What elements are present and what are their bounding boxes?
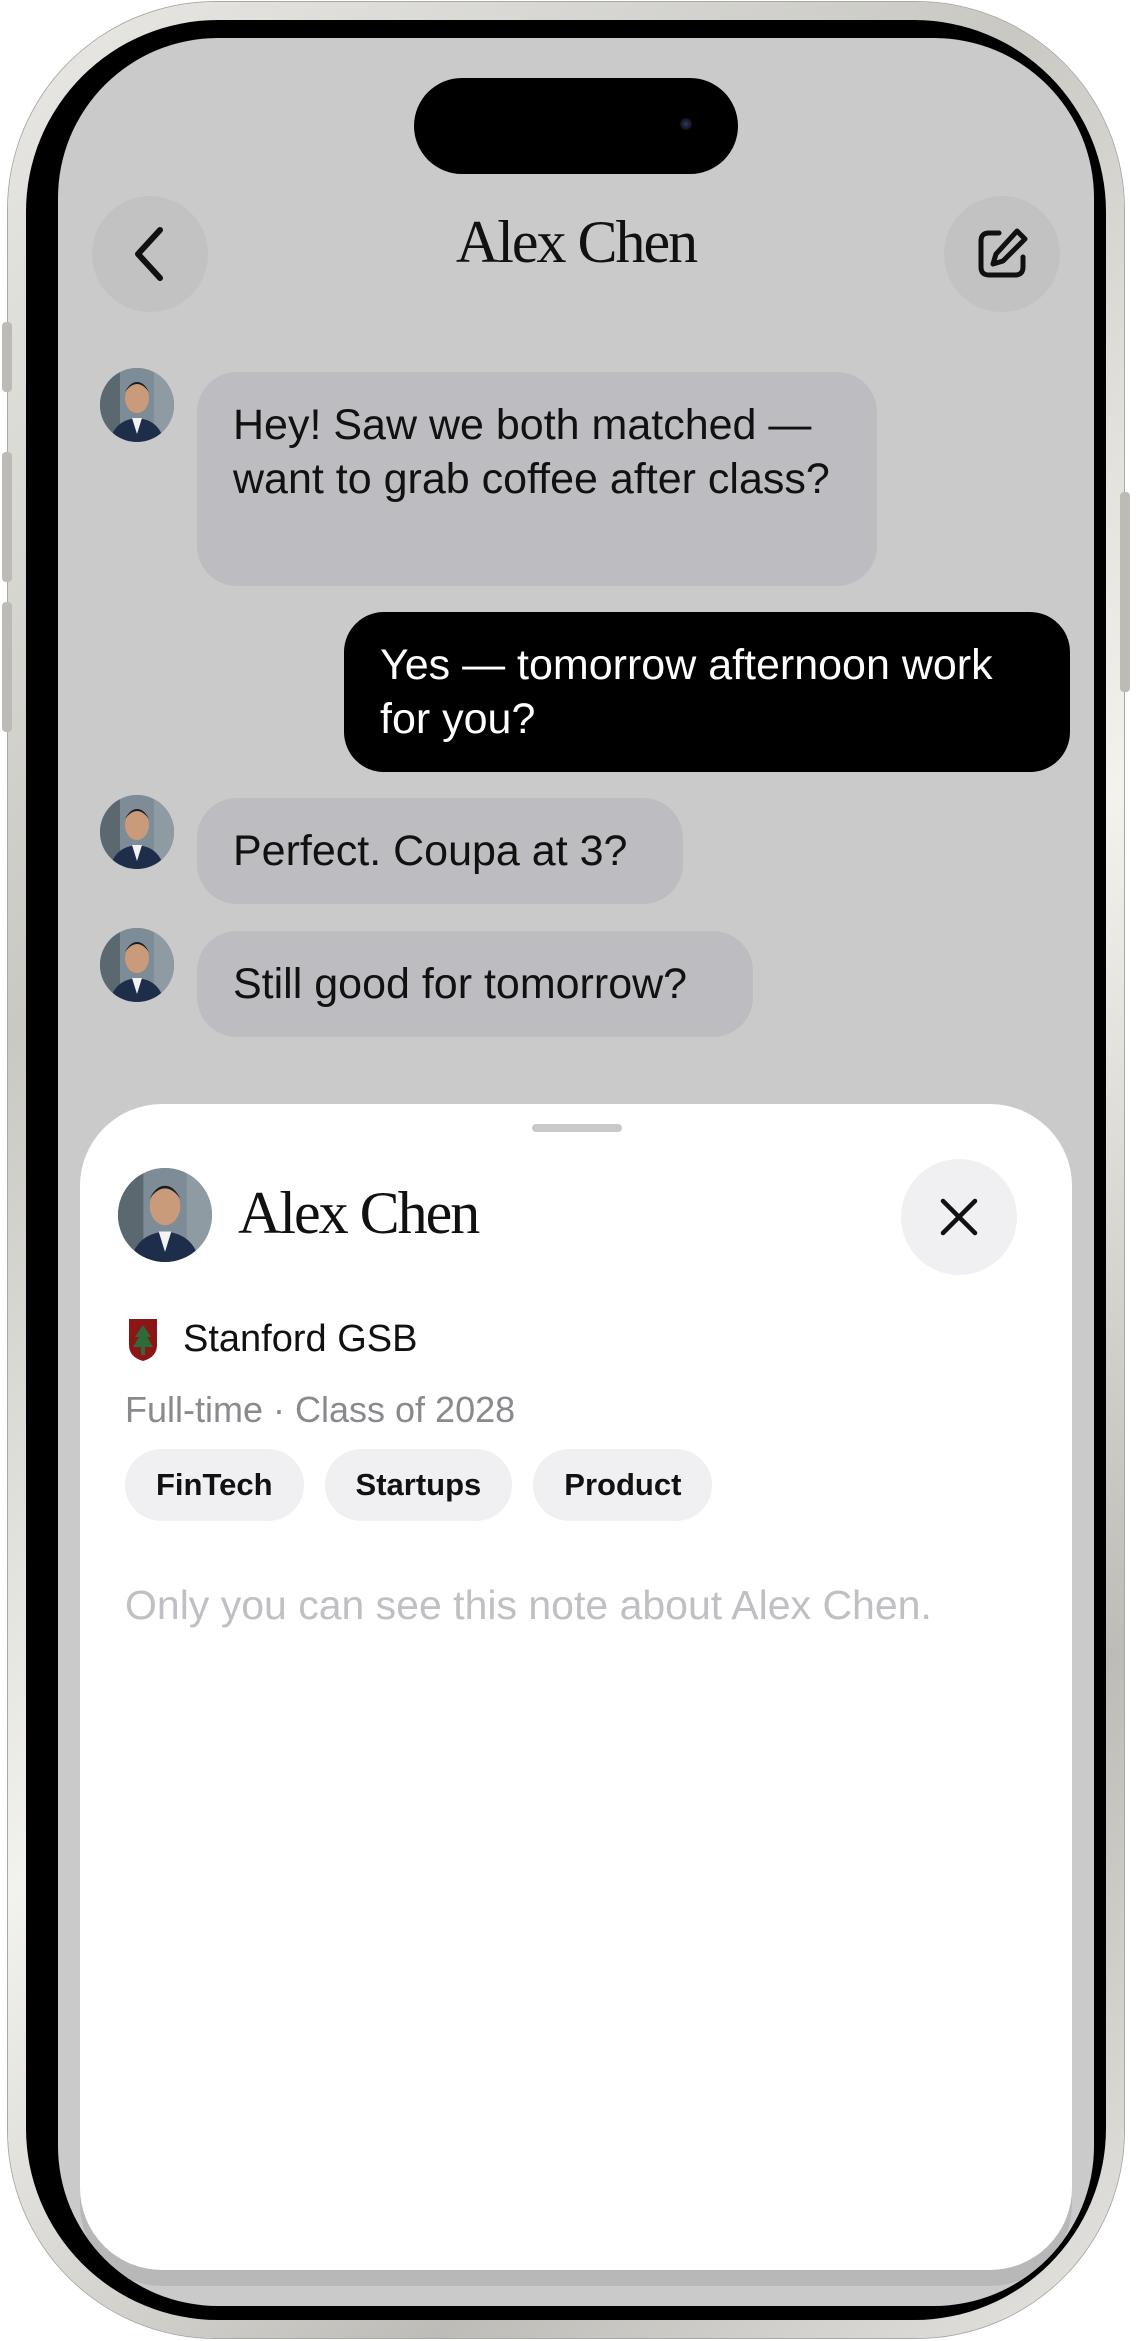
sheet-grabber[interactable] (532, 1124, 622, 1132)
school-row: Stanford GSB (125, 1309, 417, 1369)
avatar-photo (100, 928, 174, 1002)
profile-name: Alex Chen (238, 1180, 480, 1246)
power-button (1120, 492, 1130, 692)
interest-tags: FinTech Startups Product (125, 1449, 713, 1521)
close-icon (940, 1198, 978, 1236)
message-bubble-incoming[interactable]: Perfect. Coupa at 3? (197, 798, 683, 904)
close-button[interactable] (901, 1159, 1017, 1275)
school-name: Stanford GSB (183, 1317, 418, 1360)
compose-icon (978, 228, 1028, 278)
avatar[interactable] (100, 368, 174, 442)
private-note-field[interactable]: Only you can see this note about Alex Ch… (125, 1582, 932, 1629)
message-bubble-incoming[interactable]: Hey! Saw we both matched — want to grab … (197, 372, 877, 586)
screen: Alex Chen Hey! Saw we both matched — wan… (58, 38, 1094, 2306)
avatar-photo (100, 368, 174, 442)
tag-chip[interactable]: Startups (324, 1449, 513, 1521)
action-button (2, 322, 12, 392)
message-bubble-incoming[interactable]: Still good for tomorrow? (197, 931, 753, 1037)
avatar-photo (100, 795, 174, 869)
avatar-photo (118, 1168, 212, 1262)
avatar[interactable] (100, 795, 174, 869)
tag-chip[interactable]: Product (533, 1449, 713, 1521)
compose-button[interactable] (944, 196, 1060, 312)
phone-frame: Alex Chen Hey! Saw we both matched — wan… (2, 2, 1130, 2338)
chat-title: Alex Chen (455, 209, 698, 275)
avatar[interactable] (100, 928, 174, 1002)
volume-up-button (2, 452, 12, 582)
stanford-logo-icon (129, 1319, 157, 1361)
profile-sheet: Alex Chen Stanford GSB Full-time · Class… (80, 1104, 1072, 2270)
program-info: Full-time · Class of 2028 (125, 1389, 516, 1430)
camera-icon (680, 118, 692, 130)
volume-down-button (2, 602, 12, 732)
tag-chip[interactable]: FinTech (125, 1449, 304, 1521)
dynamic-island (414, 78, 738, 174)
message-bubble-outgoing[interactable]: Yes — tomorrow afternoon work for you? (344, 612, 1070, 772)
profile-avatar (118, 1168, 212, 1262)
